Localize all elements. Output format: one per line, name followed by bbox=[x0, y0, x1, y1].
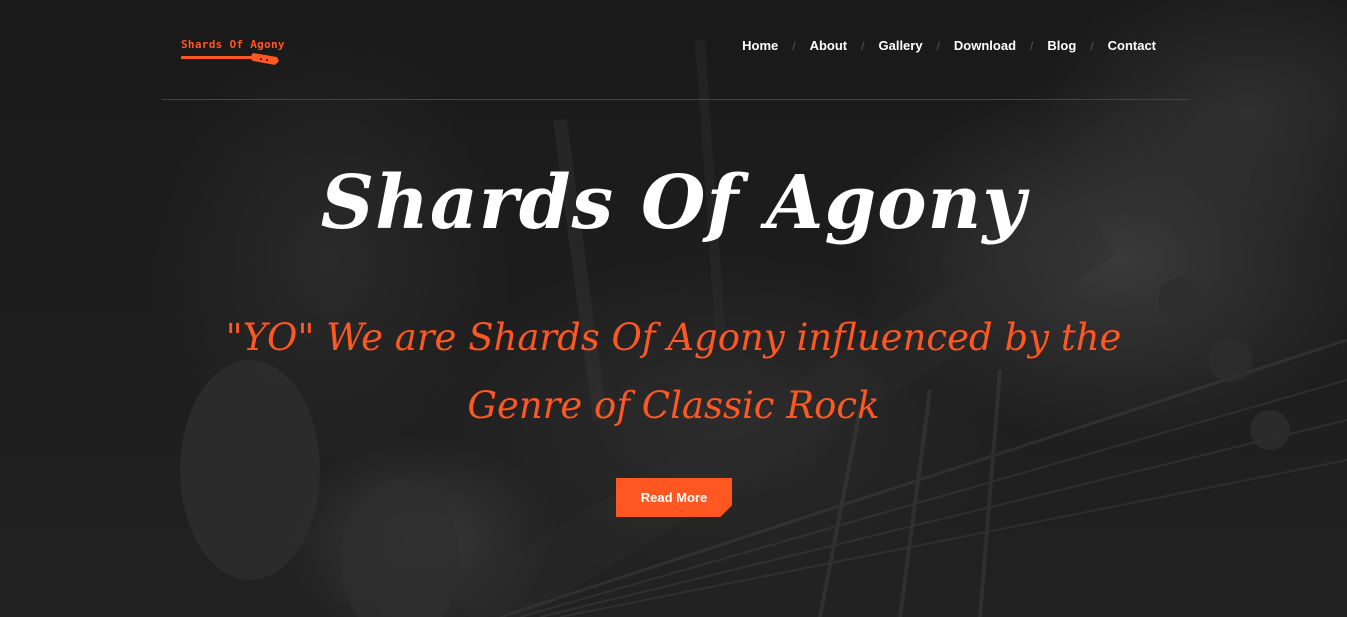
nav-item-about[interactable]: About bbox=[810, 38, 848, 53]
header-divider bbox=[162, 99, 1188, 100]
site-logo[interactable]: Shards Of Agony bbox=[181, 38, 285, 70]
nav-separator: / bbox=[792, 38, 796, 53]
nav-separator: / bbox=[861, 38, 865, 53]
nav-item-blog[interactable]: Blog bbox=[1047, 38, 1076, 53]
main-nav: Home / About / Gallery / Download / Blog… bbox=[742, 38, 1156, 53]
logo-text: Shards Of Agony bbox=[181, 38, 285, 51]
nav-separator: / bbox=[1090, 38, 1094, 53]
guitar-icon bbox=[181, 53, 279, 65]
nav-item-download[interactable]: Download bbox=[954, 38, 1016, 53]
nav-item-contact[interactable]: Contact bbox=[1108, 38, 1156, 53]
nav-item-home[interactable]: Home bbox=[742, 38, 778, 53]
nav-item-gallery[interactable]: Gallery bbox=[878, 38, 922, 53]
read-more-button[interactable]: Read More bbox=[616, 478, 732, 517]
hero-subtitle: "YO" We are Shards Of Agony influenced b… bbox=[225, 316, 1122, 427]
nav-separator: / bbox=[1030, 38, 1034, 53]
hero-title: Shards Of Agony bbox=[320, 160, 1027, 246]
nav-separator: / bbox=[936, 38, 940, 53]
